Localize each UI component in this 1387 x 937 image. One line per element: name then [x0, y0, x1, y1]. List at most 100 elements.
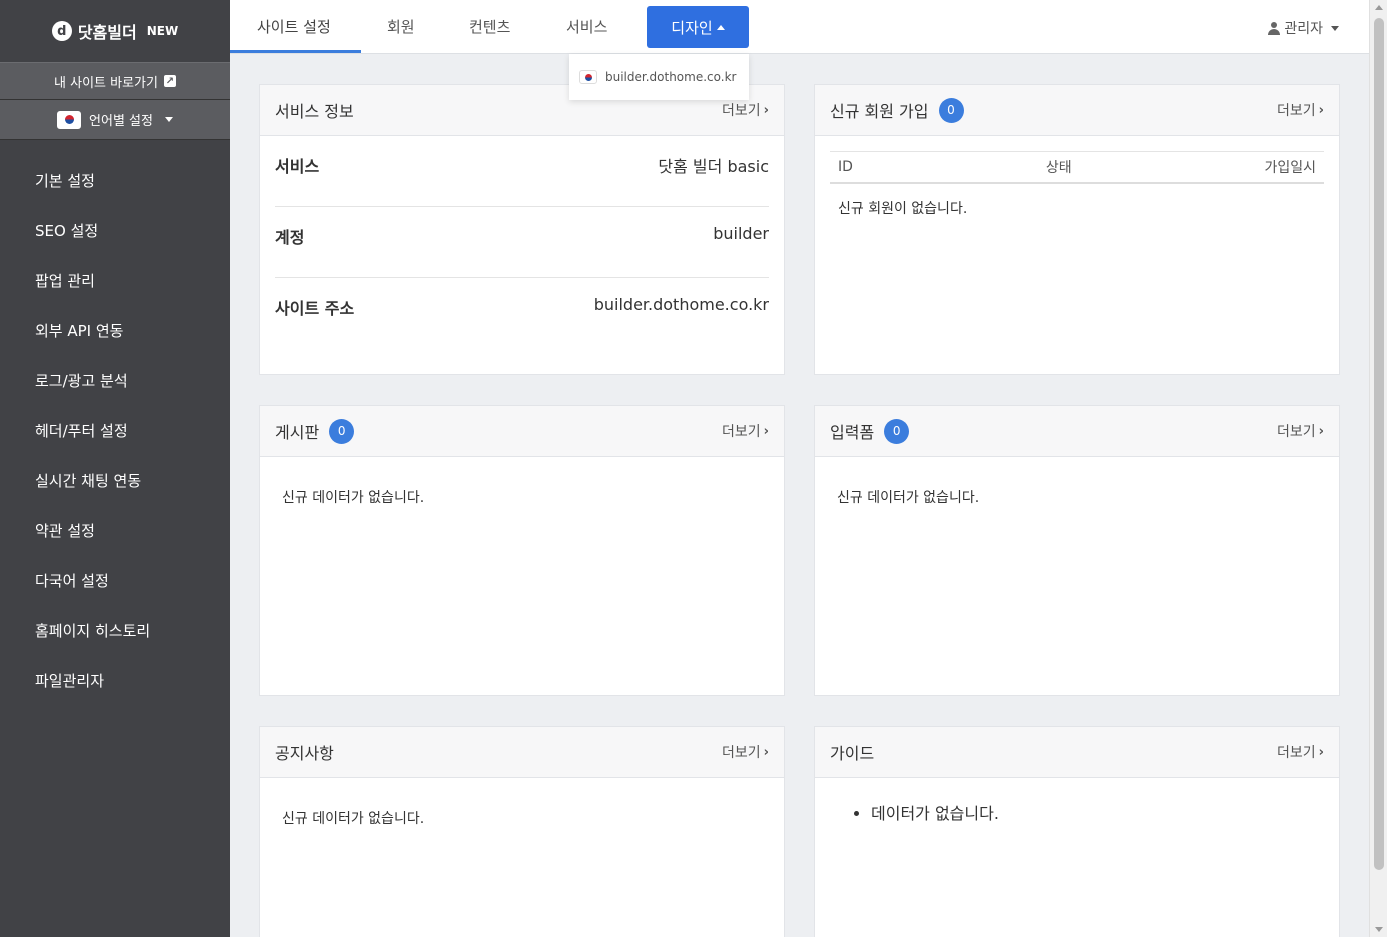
sidebar: d 닷홈빌더 NEW 내 사이트 바로가기 ↗ 언어별 설정 기본 설정 SEO…: [0, 0, 230, 937]
more-link[interactable]: 더보기 ›: [722, 421, 769, 441]
panel-header: 게시판 0 더보기 ›: [260, 406, 784, 457]
chevron-right-icon: ›: [763, 102, 769, 118]
sidebar-item-header-footer[interactable]: 헤더/푸터 설정: [0, 405, 230, 455]
more-label: 더보기: [722, 103, 761, 119]
caret-down-icon: [1331, 25, 1339, 31]
tab-contents[interactable]: 컨텐츠: [469, 0, 510, 53]
count-badge: 0: [329, 418, 355, 444]
list-item: 데이터가 없습니다.: [871, 800, 1339, 824]
language-label: 언어별 설정: [89, 114, 153, 129]
form-panel: 입력폼 0 더보기 › 신규 데이터가 없습니다.: [814, 405, 1340, 696]
panel-title-text: 신규 회원 가입: [830, 102, 929, 121]
sidebar-item-popup[interactable]: 팝업 관리: [0, 255, 230, 305]
info-label: 서비스: [275, 157, 320, 176]
tab-design-label: 디자인: [671, 18, 713, 37]
sidebar-item-terms[interactable]: 약관 설정: [0, 505, 230, 555]
sidebar-item-seo[interactable]: SEO 설정: [0, 205, 230, 255]
panel-header: 공지사항 더보기 ›: [260, 727, 784, 778]
page-scrollbar[interactable]: [1369, 0, 1387, 937]
more-label: 더보기: [1277, 745, 1316, 761]
chevron-right-icon: ›: [1318, 102, 1324, 118]
logo-mark-icon: d: [51, 21, 72, 41]
my-site-shortcut[interactable]: 내 사이트 바로가기 ↗: [0, 62, 230, 100]
tab-design[interactable]: 디자인: [647, 6, 749, 48]
chevron-right-icon: ›: [763, 423, 769, 439]
more-label: 더보기: [1277, 103, 1316, 119]
info-value: 닷홈 빌더 basic: [658, 157, 769, 176]
guide-list: 데이터가 없습니다.: [871, 800, 1339, 824]
admin-label: 관리자: [1284, 21, 1323, 37]
admin-menu[interactable]: 관리자: [1268, 18, 1339, 38]
more-link[interactable]: 더보기 ›: [722, 742, 769, 762]
korea-flag-icon: [57, 110, 82, 129]
tab-site-settings[interactable]: 사이트 설정: [230, 0, 361, 53]
tab-services[interactable]: 서비스: [566, 0, 607, 53]
empty-message: 신규 데이터가 없습니다.: [282, 811, 425, 827]
notice-panel: 공지사항 더보기 › 신규 데이터가 없습니다.: [259, 726, 785, 937]
panel-title: 입력폼 0: [830, 418, 910, 444]
brand-tag: NEW: [146, 24, 179, 38]
empty-message: 신규 데이터가 없습니다.: [837, 490, 980, 506]
caret-down-icon: [164, 117, 173, 122]
board-panel: 게시판 0 더보기 › 신규 데이터가 없습니다.: [259, 405, 785, 696]
chevron-right-icon: ›: [1318, 423, 1324, 439]
panel-title: 신규 회원 가입 0: [830, 97, 964, 123]
sidebar-menu: 기본 설정 SEO 설정 팝업 관리 외부 API 연동 로그/광고 분석 헤더…: [0, 155, 230, 705]
user-icon: [1268, 21, 1281, 35]
panel-title: 서비스 정보: [275, 102, 354, 121]
info-value: builder: [713, 224, 769, 243]
panel-title-text: 게시판: [275, 423, 320, 442]
guide-panel: 가이드 더보기› 데이터가 없습니다.: [814, 726, 1340, 937]
top-nav: 사이트 설정 회원 컨텐츠 서비스 디자인 관리자: [230, 0, 1369, 54]
brand-name: 닷홈빌더: [77, 23, 137, 42]
design-dropdown[interactable]: builder.dothome.co.kr: [569, 54, 749, 100]
panel-title: 공지사항: [275, 744, 334, 763]
empty-message: 신규 데이터가 없습니다.: [282, 490, 425, 506]
scroll-down-icon[interactable]: [1375, 927, 1383, 932]
brand-logo[interactable]: d 닷홈빌더 NEW: [0, 0, 230, 62]
panel-header: 입력폼 0 더보기 ›: [815, 406, 1339, 457]
info-row: 계정 builder: [275, 207, 769, 278]
panel-title: 게시판 0: [275, 418, 355, 444]
chevron-right-icon: ›: [763, 744, 769, 760]
sidebar-item-live-chat[interactable]: 실시간 채팅 연동: [0, 455, 230, 505]
sidebar-item-history[interactable]: 홈페이지 히스토리: [0, 605, 230, 655]
more-link[interactable]: 더보기 ›: [1277, 421, 1324, 441]
new-members-panel: 신규 회원 가입 0 더보기 › ID 상태 가입일시 신규 회원이 없습니다.: [814, 84, 1340, 375]
more-label: 더보기: [1277, 424, 1316, 440]
info-value: builder.dothome.co.kr: [593, 295, 769, 314]
tab-members[interactable]: 회원: [387, 0, 415, 53]
sidebar-item-multilingual[interactable]: 다국어 설정: [0, 555, 230, 605]
more-link[interactable]: 더보기 ›: [1277, 100, 1324, 120]
sidebar-item-external-api[interactable]: 외부 API 연동: [0, 305, 230, 355]
more-link[interactable]: 더보기 ›: [1277, 742, 1324, 762]
table-header: ID 상태 가입일시: [830, 151, 1324, 184]
sidebar-item-file-manager[interactable]: 파일관리자: [0, 655, 230, 705]
count-badge: 0: [938, 97, 964, 123]
panel-header: 신규 회원 가입 0 더보기 ›: [815, 85, 1339, 136]
external-link-icon: ↗: [163, 75, 176, 87]
column-id: ID: [838, 159, 853, 175]
more-link[interactable]: 더보기 ›: [722, 100, 769, 120]
panel-header: 가이드 더보기 ›: [815, 727, 1339, 778]
language-selector[interactable]: 언어별 설정: [0, 100, 230, 140]
members-table: ID 상태 가입일시 신규 회원이 없습니다.: [830, 151, 1324, 232]
dropdown-item-site[interactable]: builder.dothome.co.kr: [605, 70, 736, 84]
korea-flag-icon: [579, 70, 597, 84]
panel-title: 가이드: [830, 744, 875, 763]
more-label: 더보기: [722, 745, 761, 761]
column-joined-at: 가입일시: [1264, 160, 1316, 176]
more-label: 더보기: [722, 424, 761, 440]
sidebar-item-analytics[interactable]: 로그/광고 분석: [0, 355, 230, 405]
sidebar-item-basic-settings[interactable]: 기본 설정: [0, 155, 230, 205]
service-info-panel: 서비스 정보 더보기 › 서비스 닷홈 빌더 basic 계정 builder 사…: [259, 84, 785, 375]
shortcut-label: 내 사이트 바로가기: [54, 75, 158, 91]
column-status: 상태: [1045, 160, 1072, 176]
empty-message: 신규 회원이 없습니다.: [838, 201, 968, 217]
scroll-up-icon[interactable]: [1375, 5, 1383, 10]
info-row: 서비스 닷홈 빌더 basic: [275, 136, 769, 207]
info-label: 사이트 주소: [275, 299, 355, 318]
chevron-right-icon: ›: [1318, 744, 1324, 760]
info-row: 사이트 주소 builder.dothome.co.kr: [275, 278, 769, 349]
scrollbar-thumb[interactable]: [1374, 18, 1384, 870]
